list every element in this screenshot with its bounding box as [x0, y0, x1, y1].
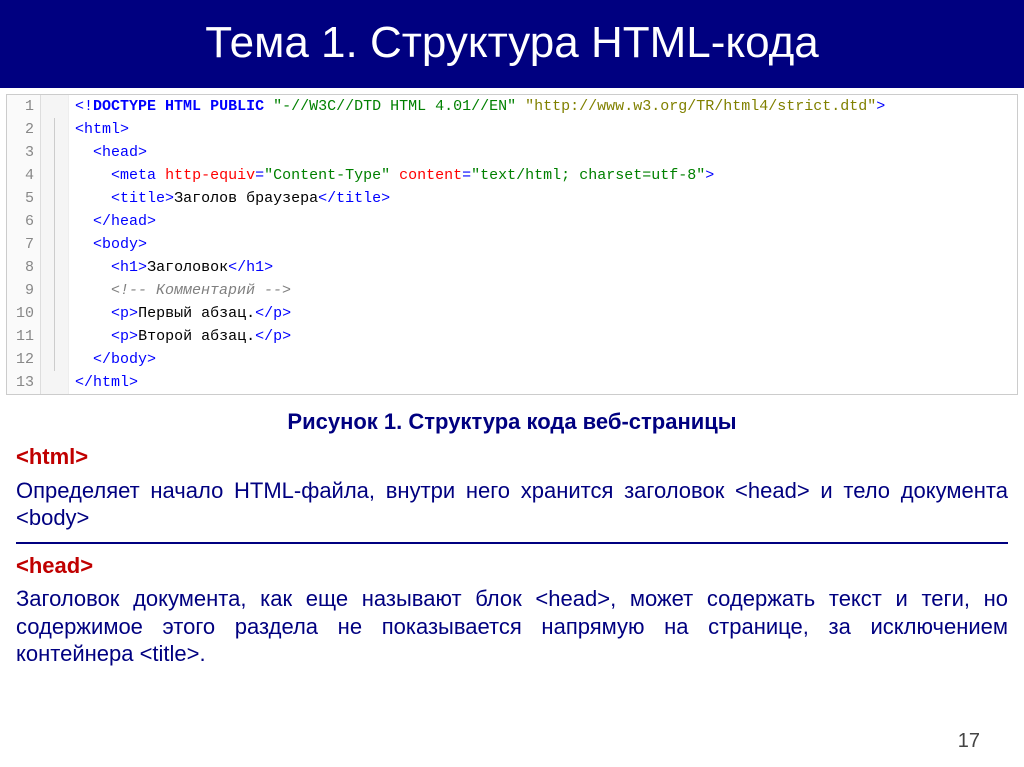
code-line-5: <title>Заголов браузера</title> [69, 187, 396, 210]
fold-gutter [41, 95, 69, 118]
line-number: 4 [7, 164, 41, 187]
html-tag-label: <html> [16, 444, 88, 469]
fold-gutter [41, 256, 69, 279]
code-line-2: <html> [69, 118, 135, 141]
fold-gutter [41, 325, 69, 348]
fold-gutter [41, 141, 69, 164]
line-number: 3 [7, 141, 41, 164]
line-number: 5 [7, 187, 41, 210]
divider [16, 542, 1008, 544]
line-number: 12 [7, 348, 41, 371]
fold-gutter [41, 348, 69, 371]
figure-caption: Рисунок 1. Структура кода веб-страницы [0, 409, 1024, 435]
fold-gutter [41, 279, 69, 302]
code-line-11: <p>Второй абзац.</p> [69, 325, 297, 348]
fold-gutter [41, 210, 69, 233]
line-number: 2 [7, 118, 41, 141]
line-number: 9 [7, 279, 41, 302]
page-number: 17 [958, 730, 980, 753]
slide-title: Тема 1. Структура HTML-кода [0, 0, 1024, 88]
line-number: 13 [7, 371, 41, 394]
code-line-1: <!DOCTYPE HTML PUBLIC "-//W3C//DTD HTML … [69, 95, 891, 118]
code-line-13: </html> [69, 371, 144, 394]
description-block: <html> Определяет начало HTML-файла, вну… [0, 443, 1024, 668]
code-line-4: <meta http-equiv="Content-Type" content=… [69, 164, 720, 187]
fold-gutter [41, 164, 69, 187]
line-number: 6 [7, 210, 41, 233]
html-tag-description: Определяет начало HTML-файла, внутри нег… [16, 477, 1008, 532]
code-line-9: <!-- Комментарий --> [69, 279, 297, 302]
code-line-3: <head> [69, 141, 153, 164]
line-number: 10 [7, 302, 41, 325]
line-number: 1 [7, 95, 41, 118]
code-line-6: </head> [69, 210, 162, 233]
fold-gutter [41, 233, 69, 256]
code-line-8: <h1>Заголовок</h1> [69, 256, 279, 279]
fold-gutter [41, 302, 69, 325]
code-editor: 1 <!DOCTYPE HTML PUBLIC "-//W3C//DTD HTM… [6, 94, 1018, 395]
code-line-7: <body> [69, 233, 153, 256]
code-line-10: <p>Первый абзац.</p> [69, 302, 297, 325]
code-line-12: </body> [69, 348, 162, 371]
line-number: 7 [7, 233, 41, 256]
line-number: 8 [7, 256, 41, 279]
line-number: 11 [7, 325, 41, 348]
fold-gutter [41, 371, 69, 394]
head-tag-label: <head> [16, 553, 93, 578]
fold-gutter [41, 118, 69, 141]
fold-gutter [41, 187, 69, 210]
head-tag-description: Заголовок документа, как еще называют бл… [16, 585, 1008, 668]
